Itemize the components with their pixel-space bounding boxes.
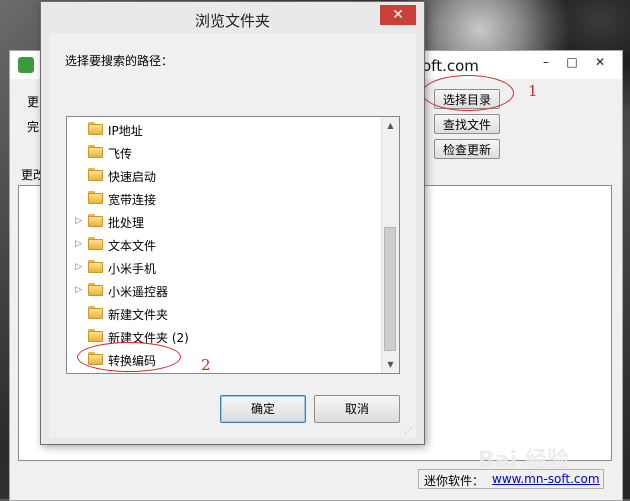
folder-icon <box>88 214 103 227</box>
folder-label: 宽带连接 <box>108 193 157 207</box>
folder-icon <box>88 122 103 135</box>
resize-grip-icon[interactable]: ⋰ <box>404 426 414 436</box>
folder-icon <box>88 260 103 273</box>
folder-icon <box>88 237 103 250</box>
expand-arrow-icon[interactable]: ▷ <box>75 239 83 249</box>
folder-label: IP地址 <box>108 124 143 138</box>
folder-label: 飞传 <box>108 147 133 161</box>
folder-label: 小米遥控器 <box>108 285 169 299</box>
folder-label: 小米手机 <box>108 262 157 276</box>
folder-item[interactable]: 新建文件夹 <box>67 303 383 325</box>
dialog-close-button[interactable]: ✕ <box>380 5 416 25</box>
folder-item[interactable]: 快速启动 <box>67 165 383 187</box>
check-update-button[interactable]: 检查更新 <box>434 139 500 159</box>
app-label-1: 更 <box>27 95 40 109</box>
app-icon <box>18 57 34 73</box>
folder-label: 新建文件夹 <box>108 308 169 322</box>
close-button[interactable]: ✕ <box>590 55 610 71</box>
annotation-number-2: 2 <box>201 356 211 374</box>
browse-folder-dialog: 浏览文件夹 ✕ 选择要搜索的路径： IP地址飞传快速启动宽带连接 ▷ 批处理 ▷ 文本文… <box>40 1 425 445</box>
maximize-button[interactable]: □ <box>562 55 582 71</box>
scroll-down-icon[interactable]: ▼ <box>382 356 399 373</box>
website-link[interactable]: www.mn-soft.com <box>492 472 600 486</box>
cancel-button[interactable]: 取消 <box>314 395 400 423</box>
folder-item[interactable]: 飞传 <box>67 142 383 164</box>
folder-item[interactable]: 宽带连接 <box>67 188 383 210</box>
dialog-titlebar: 浏览文件夹 ✕ <box>41 2 424 33</box>
folder-icon <box>88 168 103 181</box>
dialog-prompt: 选择要搜索的路径： <box>65 54 174 68</box>
status-label: 迷你软件： <box>424 474 485 488</box>
folder-item[interactable]: IP地址 <box>67 119 383 141</box>
annotation-number-1: 1 <box>528 82 538 100</box>
app-title: oft.com <box>422 57 479 75</box>
expand-arrow-icon[interactable]: ▷ <box>75 285 83 295</box>
folder-icon <box>88 329 103 342</box>
dialog-body: 选择要搜索的路径： IP地址飞传快速启动宽带连接 ▷ 批处理 ▷ 文本文件 ▷ 小米手机 ▷ 小… <box>49 33 416 438</box>
tree-scrollbar[interactable]: ▲ ▼ <box>381 117 399 373</box>
folder-label: 文本文件 <box>108 239 157 253</box>
folder-item[interactable]: ▷ 批处理 <box>67 211 383 233</box>
folder-item[interactable]: ▷ 文本文件 <box>67 234 383 256</box>
minimize-button[interactable]: – <box>536 55 556 71</box>
folder-tree[interactable]: IP地址 飞传 快速启动 宽带连接 ▷ 批处理 ▷ 文本文件 ▷ 小米手机 ▷ 小米遥控器 新建文件夹新… <box>66 116 400 374</box>
expand-arrow-icon[interactable]: ▷ <box>75 216 83 226</box>
folder-icon <box>88 283 103 296</box>
dialog-title: 浏览文件夹 <box>194 12 270 30</box>
folder-item[interactable]: ▷ 小米手机 <box>67 257 383 279</box>
ok-button[interactable]: 确定 <box>220 395 306 423</box>
watermark: Bai 经验 <box>478 448 569 473</box>
annotation-ellipse-2 <box>77 342 181 372</box>
scroll-up-icon[interactable]: ▲ <box>382 117 399 134</box>
folder-icon <box>88 145 103 158</box>
annotation-ellipse-1 <box>422 75 514 111</box>
folder-icon <box>88 306 103 319</box>
folder-label: 快速启动 <box>108 170 157 184</box>
scroll-thumb[interactable] <box>384 227 396 351</box>
folder-item[interactable]: ▷ 小米遥控器 <box>67 280 383 302</box>
expand-arrow-icon[interactable]: ▷ <box>75 262 83 272</box>
find-file-button[interactable]: 查找文件 <box>434 114 500 134</box>
app-label-2: 完 <box>27 120 40 134</box>
folder-label: 批处理 <box>108 216 145 230</box>
folder-icon <box>88 191 103 204</box>
